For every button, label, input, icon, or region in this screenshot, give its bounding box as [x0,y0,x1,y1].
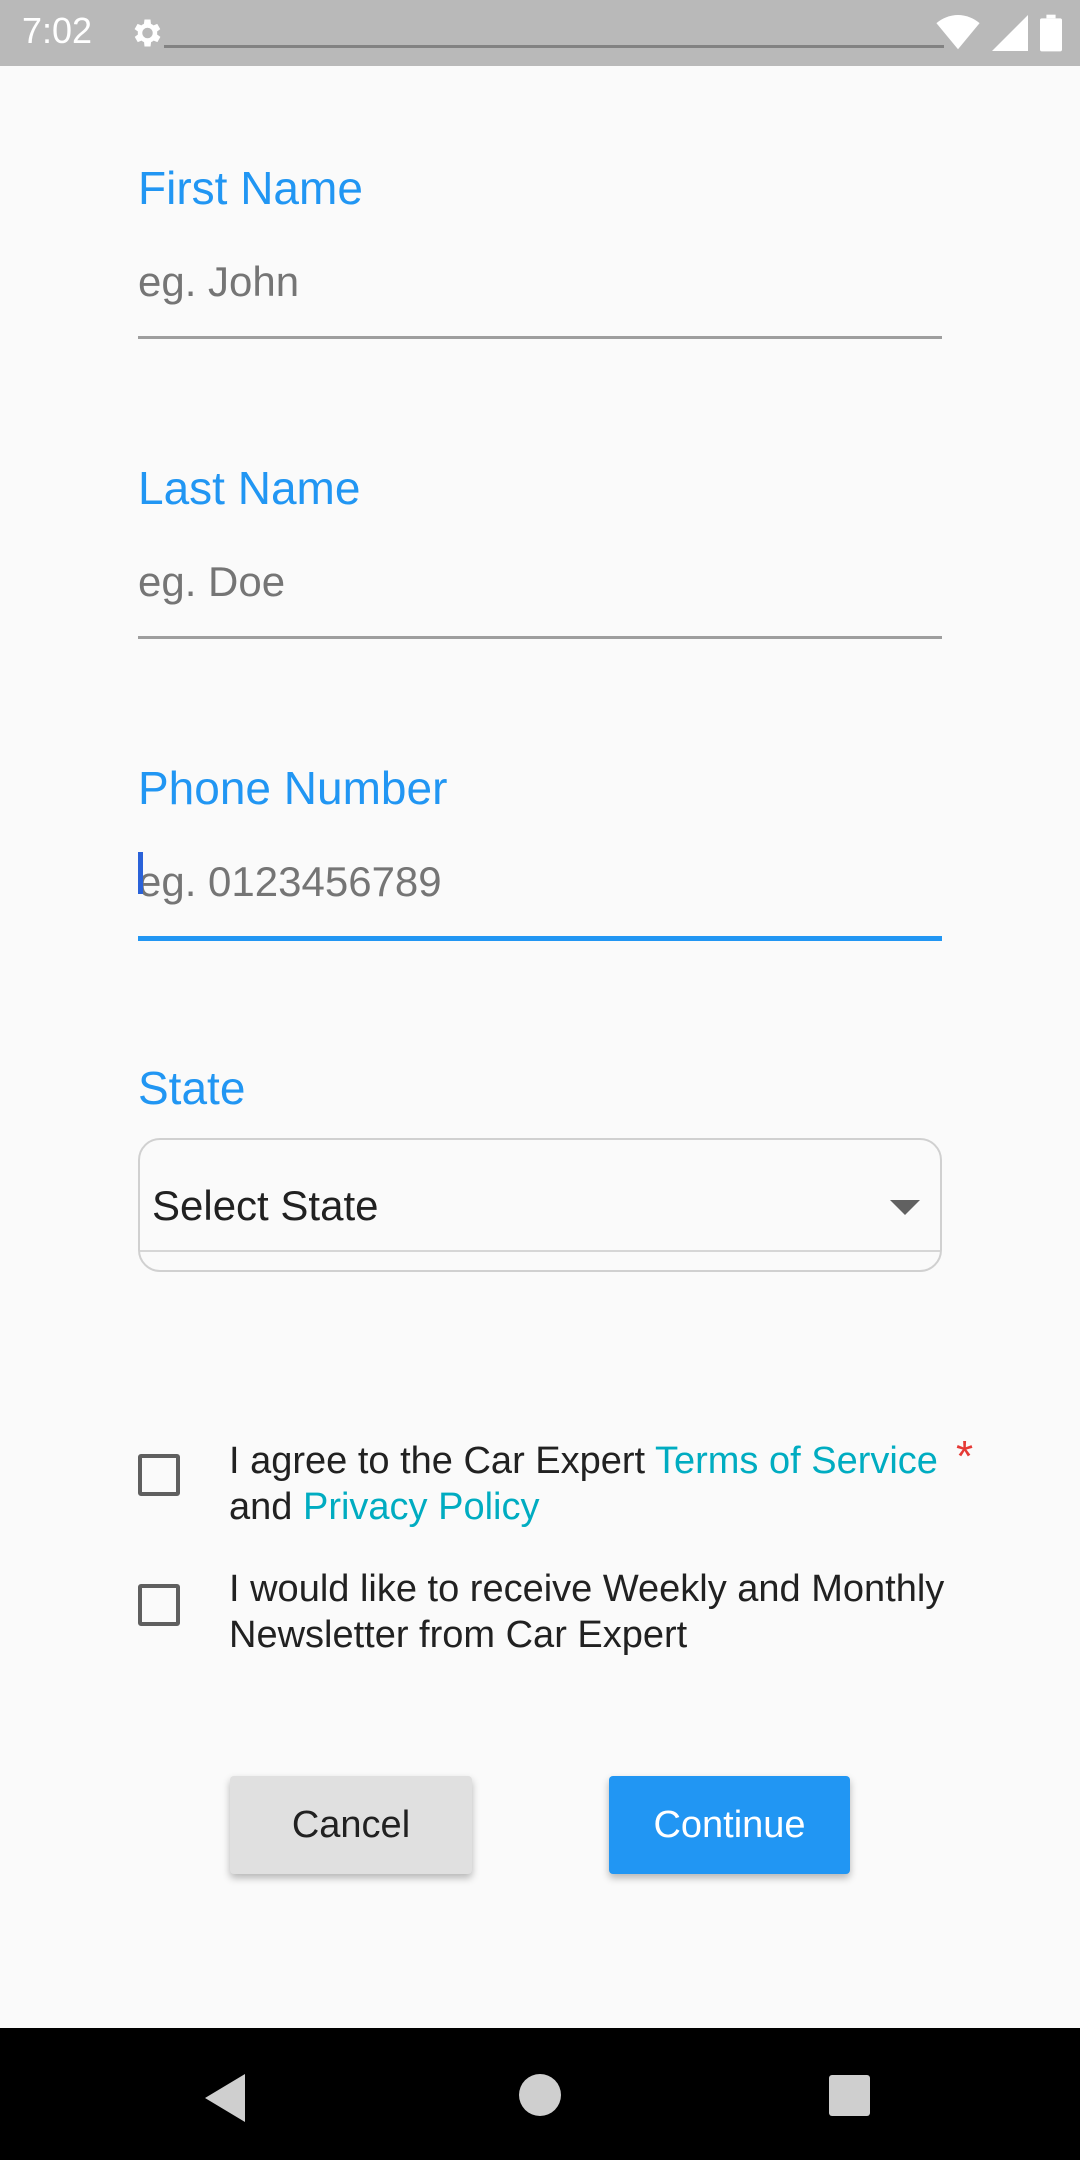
state-field: State [138,1058,942,1118]
continue-button[interactable]: Continue [609,1776,850,1874]
last-name-input[interactable] [138,546,942,618]
terms-middle: and [229,1486,303,1528]
phone-number-label: Phone Number [138,762,448,814]
state-selected-value: Select State [152,1182,379,1229]
status-time: 7:02 [22,10,93,51]
state-label: State [138,1062,246,1114]
last-name-label: Last Name [138,462,361,514]
screen: 7:02 First Name Last Name Ph [0,0,1080,2160]
status-icons [936,14,1062,52]
state-dropdown[interactable]: Select State [138,1138,942,1272]
phone-number-underline [138,936,942,941]
first-name-underline [138,336,942,339]
phone-number-input[interactable] [138,846,942,918]
newsletter-checkbox[interactable] [138,1584,180,1626]
status-divider [164,45,944,48]
back-icon[interactable] [205,2074,245,2122]
last-name-field: Last Name [138,458,942,639]
terms-checkbox[interactable] [138,1454,180,1496]
battery-icon [1040,14,1062,52]
dropdown-arrow-icon [890,1200,920,1215]
wifi-icon [936,15,980,50]
recents-icon[interactable] [829,2075,870,2116]
cancel-button[interactable]: Cancel [230,1776,472,1874]
terms-prefix: I agree to the Car Expert [229,1440,655,1482]
first-name-label: First Name [138,162,363,214]
dropdown-underline [140,1250,940,1252]
last-name-underline [138,636,942,639]
privacy-policy-link[interactable]: Privacy Policy [303,1486,540,1528]
newsletter-text-line2: Newsletter from Car Expert [229,1614,688,1656]
text-cursor [138,852,143,894]
signal-icon [992,15,1028,51]
first-name-field: First Name [138,158,942,339]
navigation-bar [0,2028,1080,2160]
newsletter-text-line1: I would like to receive Weekly and Month… [229,1568,945,1610]
home-icon[interactable] [519,2074,561,2116]
first-name-input[interactable] [138,246,942,318]
terms-text: I agree to the Car Expert Terms of Servi… [229,1438,938,1530]
terms-of-service-link[interactable]: Terms of Service [655,1440,938,1482]
required-asterisk: * [956,1432,974,1481]
gear-icon [134,19,161,47]
status-bar: 7:02 [0,0,1080,66]
newsletter-text: I would like to receive Weekly and Month… [229,1566,944,1658]
phone-number-field: Phone Number [138,758,942,941]
